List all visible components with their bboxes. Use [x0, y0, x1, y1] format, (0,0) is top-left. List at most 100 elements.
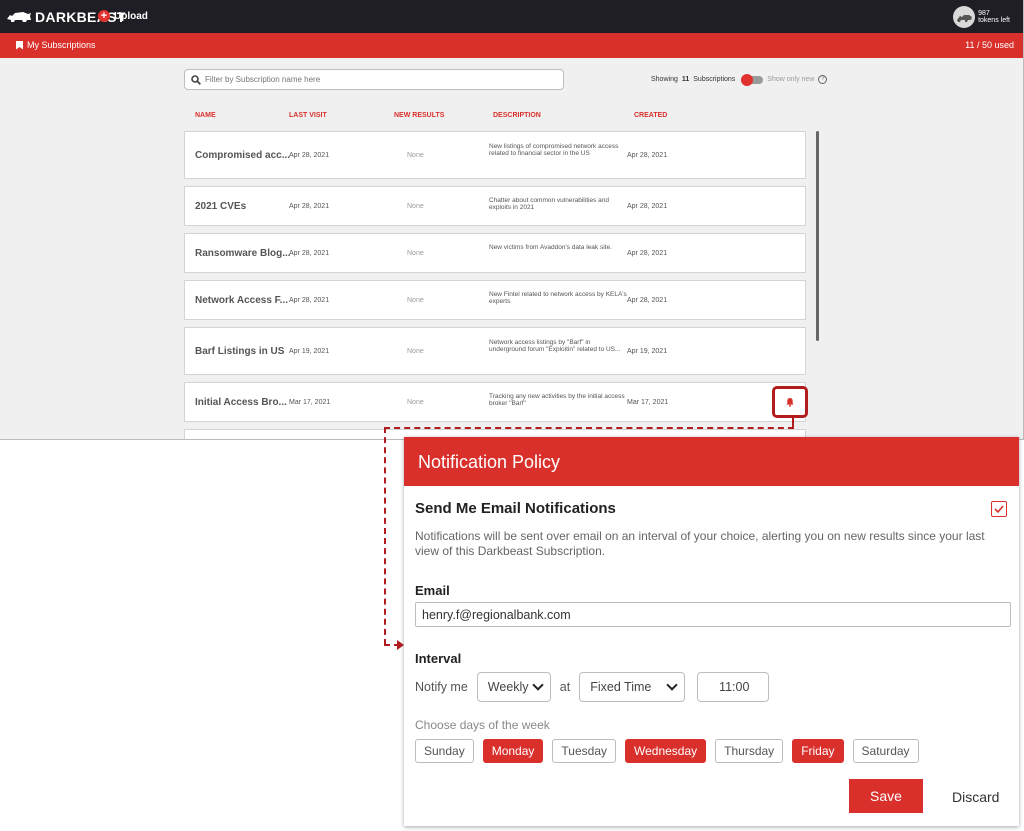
- chevron-down-icon: [666, 679, 678, 691]
- check-icon: [994, 505, 1004, 514]
- time-mode-select[interactable]: Fixed Time: [579, 672, 686, 702]
- plus-circle-icon: +: [98, 10, 110, 22]
- row-last-visit: Apr 28, 2021: [289, 250, 330, 257]
- frequency-select[interactable]: Weekly: [476, 672, 551, 702]
- day-friday[interactable]: Friday: [792, 739, 844, 763]
- email-label: Email: [415, 583, 450, 598]
- save-button[interactable]: Save: [849, 779, 923, 813]
- row-created: Apr 28, 2021: [627, 297, 668, 304]
- row-name: Initial Access Bro...: [195, 397, 287, 408]
- time-value: 11:00: [719, 680, 750, 694]
- toggle-knob: [741, 73, 754, 86]
- row-created: Apr 28, 2021: [627, 250, 668, 257]
- table-row[interactable]: 2021 CVEs Apr 28, 2021 None Chatter abou…: [184, 186, 806, 226]
- showing-prefix: Showing: [651, 76, 678, 83]
- notification-bell-button[interactable]: [772, 386, 808, 418]
- table-row[interactable]: Compromised acc... Apr 28, 2021 None New…: [184, 131, 806, 179]
- row-created: Apr 28, 2021: [627, 152, 668, 159]
- row-new-results: None: [407, 399, 424, 406]
- callout-connector: [384, 427, 794, 429]
- bell-icon: [786, 398, 794, 407]
- time-input[interactable]: 11:00: [697, 672, 770, 702]
- page-title-label: My Subscriptions: [27, 40, 96, 50]
- column-header-description[interactable]: DESCRIPTION: [493, 112, 541, 119]
- email-notifications-checkbox[interactable]: [991, 501, 1007, 517]
- notification-policy-dialog: Notification Policy Send Me Email Notifi…: [404, 437, 1019, 826]
- notification-description: Notifications will be sent over email on…: [415, 529, 985, 558]
- discard-button[interactable]: Discard: [952, 789, 999, 805]
- interval-label: Interval: [415, 651, 462, 666]
- day-thursday[interactable]: Thursday: [715, 739, 784, 763]
- choose-days-label: Choose days of the week: [415, 718, 550, 732]
- app-window: DARKBEAST + Upload 987 tokens left My Su…: [0, 0, 1024, 440]
- dialog-title: Notification Policy: [404, 437, 1019, 486]
- showing-summary: Showing 11 Subscriptions Show only new ?: [651, 73, 828, 86]
- row-description: Network access listings by "Barf" in und…: [489, 339, 621, 353]
- row-new-results: None: [407, 250, 424, 257]
- row-new-results: None: [407, 152, 424, 159]
- show-only-new-toggle[interactable]: [741, 73, 764, 86]
- column-header-created[interactable]: CREATED: [634, 112, 667, 119]
- row-last-visit: Apr 28, 2021: [289, 297, 330, 304]
- row-name: Compromised acc...: [195, 150, 291, 161]
- row-name: Ransomware Blog...: [195, 248, 291, 259]
- row-last-visit: Mar 17, 2021: [289, 399, 331, 406]
- help-icon[interactable]: ?: [818, 75, 828, 84]
- row-last-visit: Apr 28, 2021: [289, 152, 330, 159]
- table-row[interactable]: Barf Listings in US Apr 19, 2021 None Ne…: [184, 327, 806, 375]
- row-created: Apr 28, 2021: [627, 203, 668, 210]
- column-header-name[interactable]: NAME: [195, 112, 216, 119]
- top-bar: DARKBEAST + Upload 987 tokens left: [0, 0, 1023, 33]
- rhino-logo-icon: [7, 12, 31, 22]
- search-icon: [191, 74, 201, 85]
- row-last-visit: Apr 28, 2021: [289, 203, 330, 210]
- row-name: Network Access F...: [195, 295, 289, 306]
- rhino-avatar-icon: [957, 15, 973, 22]
- avatar: [953, 6, 976, 28]
- filter-input[interactable]: [205, 75, 545, 84]
- row-created: Mar 17, 2021: [627, 399, 669, 406]
- usage-count: 11 / 50 used: [965, 40, 1014, 50]
- days-of-week: Sunday Monday Tuesday Wednesday Thursday…: [415, 739, 919, 763]
- upload-button[interactable]: + Upload: [98, 10, 148, 22]
- bookmark-icon: [16, 40, 23, 50]
- tokens-indicator[interactable]: 987 tokens left: [953, 6, 1010, 28]
- showing-count: 11: [681, 76, 690, 83]
- show-only-new-label: Show only new: [767, 76, 815, 83]
- table-row[interactable]: Network Access F... Apr 28, 2021 None Ne…: [184, 280, 806, 320]
- callout-arrow-icon: [397, 640, 404, 650]
- day-sunday[interactable]: Sunday: [415, 739, 474, 763]
- email-notifications-title: Send Me Email Notifications: [415, 500, 616, 517]
- row-description: Tracking any new activities by the initi…: [489, 393, 625, 407]
- row-new-results: None: [407, 203, 424, 210]
- row-created: Apr 19, 2021: [627, 348, 668, 355]
- interval-row: Notify me Weekly at Fixed Time 11:00: [415, 671, 770, 703]
- row-name: 2021 CVEs: [195, 201, 247, 212]
- column-header-new-results[interactable]: NEW RESULTS: [394, 112, 444, 119]
- chevron-down-icon: [532, 679, 544, 691]
- table-row[interactable]: Initial Access Bro... Mar 17, 2021 None …: [184, 382, 806, 422]
- tokens-label: tokens left: [978, 17, 1010, 24]
- showing-suffix: Subscriptions: [693, 76, 736, 83]
- scrollbar[interactable]: [816, 131, 819, 341]
- tokens-count: 987: [978, 10, 990, 17]
- table-row[interactable]: Ransomware Blog... Apr 28, 2021 None New…: [184, 233, 806, 273]
- day-wednesday[interactable]: Wednesday: [625, 739, 707, 763]
- day-monday[interactable]: Monday: [482, 739, 544, 763]
- upload-label: Upload: [114, 10, 148, 22]
- day-tuesday[interactable]: Tuesday: [552, 739, 616, 763]
- filter-box[interactable]: [184, 69, 564, 90]
- column-header-last-visit[interactable]: LAST VISIT: [289, 112, 327, 119]
- callout-connector: [384, 427, 386, 645]
- subscriptions-bar: My Subscriptions 11 / 50 used: [0, 33, 1023, 58]
- row-last-visit: Apr 19, 2021: [289, 348, 330, 355]
- email-field[interactable]: [415, 602, 1011, 627]
- row-description: Chatter about common vulnerabilities and…: [489, 197, 609, 211]
- row-description: New listings of compromised network acce…: [489, 143, 619, 157]
- row-description: New Fintel related to network access by …: [489, 291, 627, 305]
- row-description: New victims from Avaddon's data leak sit…: [489, 244, 612, 251]
- day-saturday[interactable]: Saturday: [852, 739, 919, 763]
- time-mode-value: Fixed Time: [590, 680, 652, 694]
- at-label: at: [559, 680, 571, 694]
- page-title: My Subscriptions: [16, 40, 96, 50]
